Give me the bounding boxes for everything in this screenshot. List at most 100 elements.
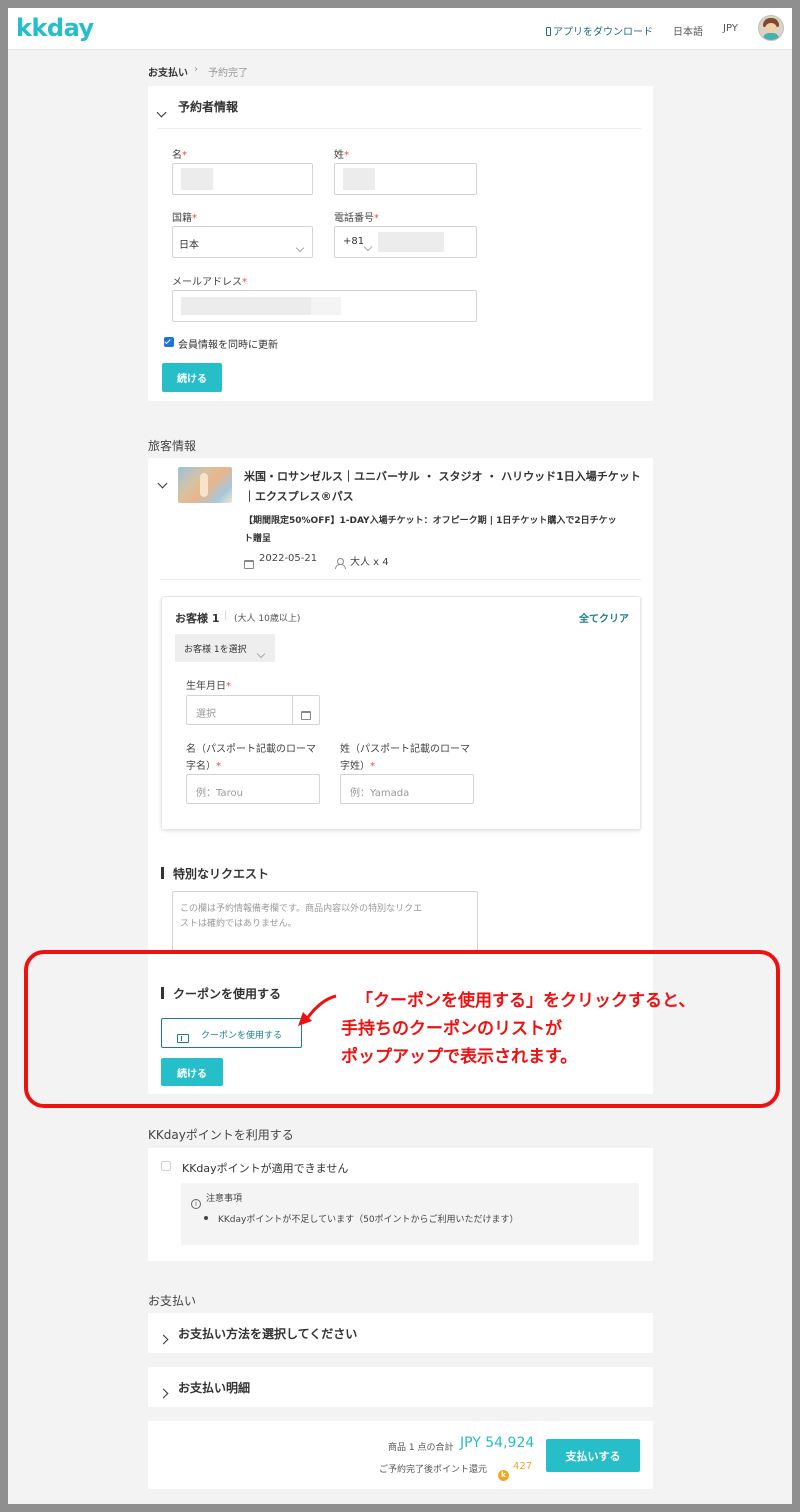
coin-icon: k — [498, 1461, 509, 1481]
breadcrumb-separator: › — [194, 64, 198, 75]
product-collapse-toggle[interactable] — [157, 472, 168, 491]
divider — [158, 128, 641, 129]
plan-line1: 【期間限定50%OFF】1-DAY入場チケット：オフピーク期 | 1日チケット購… — [244, 516, 617, 526]
birthday-placeholder: 選択 — [196, 709, 216, 720]
divider — [160, 579, 641, 580]
app-download-link[interactable]: アプリをダウンロード — [546, 23, 653, 38]
total-label: 商品 1 点の合計 — [388, 1443, 454, 1453]
update-member-checkbox[interactable] — [164, 337, 174, 347]
points-notice-box: i 注意事項 KKdayポイントが不足しています（50ポイントからご利用いただけ… — [181, 1183, 639, 1245]
nationality-label: 国籍* — [172, 213, 197, 224]
kkday-logo[interactable]: kkday — [16, 14, 94, 42]
chevron-right-icon — [158, 1382, 169, 1401]
chevron-right-icon — [158, 1328, 169, 1347]
first-name-input[interactable] — [172, 163, 313, 195]
booker-title: 予約者情報 — [178, 100, 239, 114]
avatar-body — [763, 33, 779, 40]
points-checkbox[interactable] — [161, 1161, 171, 1171]
phone-input[interactable]: +81 — [334, 226, 477, 258]
redacted-value — [311, 297, 341, 315]
language-selector[interactable]: 日本語 — [673, 23, 703, 38]
guest-title: お客様 1 — [175, 612, 220, 625]
points-return-label: ご予約完了後ポイント還元 — [379, 1465, 488, 1475]
guest-age-note: (大人 10歳以上) — [234, 614, 301, 624]
booker-collapse-toggle[interactable] — [156, 101, 167, 120]
payment-details-row[interactable]: お支払い明細 — [148, 1367, 653, 1407]
last-name-input[interactable] — [334, 163, 477, 195]
passport-last-label-line1: 姓（パスポート記載のローマ — [340, 744, 470, 755]
birthday-input[interactable]: 選択 — [186, 695, 320, 725]
currency-selector[interactable]: JPY — [723, 23, 738, 34]
traveler-card: 米国・ロサンゼルス｜ユニバーサル ・ スタジオ ・ ハリウッド1日入場チケット … — [148, 458, 653, 954]
guest-card: お客様 1 | (大人 10歳以上) 全てクリア お客様 1を選択 生年月日* … — [161, 596, 641, 830]
redacted-value — [181, 297, 311, 315]
special-request-textarea[interactable]: この欄は予約情報備考欄です。商品内容以外の特別なリクエ ストは確約ではありません… — [172, 891, 478, 952]
annotation-line1: 「クーポンを使用する」をクリックすると、 — [356, 991, 696, 1011]
guest-divider: | — [224, 610, 228, 621]
breadcrumb-current: お支払い — [148, 68, 188, 79]
notice-title: 注意事項 — [206, 1194, 243, 1204]
special-request-title: 特別なリクエスト — [161, 865, 269, 882]
points-card: KKdayポイントが適用できません i 注意事項 KKdayポイントが不足してい… — [148, 1148, 653, 1261]
chevron-down-icon — [363, 235, 373, 254]
pay-button[interactable]: 支払いする — [546, 1439, 640, 1472]
last-name-label: 姓* — [334, 150, 349, 161]
plan-line2: ト贈呈 — [244, 534, 272, 544]
page-frame: kkday アプリをダウンロード 日本語 JPY お支払い › 予約完了 予約者… — [8, 8, 792, 1504]
calendar-icon[interactable] — [301, 705, 311, 724]
email-input[interactable] — [172, 290, 477, 322]
first-name-placeholder: 例：Tarou — [196, 788, 243, 799]
booker-continue-button[interactable]: 続ける — [162, 363, 222, 392]
passport-first-label-line2: 字名）* — [186, 761, 221, 772]
person-icon — [335, 553, 346, 572]
birthday-label: 生年月日* — [186, 681, 231, 692]
passport-first-name-input[interactable]: 例：Tarou — [186, 774, 320, 804]
payment-summary-card: 商品 1 点の合計 JPY 54,924 ご予約完了後ポイント還元 k 427 … — [148, 1421, 653, 1489]
special-request-placeholder-line1: この欄は予約情報備考欄です。商品内容以外の特別なリクエ — [180, 904, 423, 914]
thumbnail-figure — [200, 473, 208, 497]
points-section-title: KKdayポイントを利用する — [148, 1128, 294, 1142]
passport-last-name-input[interactable]: 例：Yamada — [340, 774, 474, 804]
product-title-line2: ｜エクスプレス®パス — [244, 490, 354, 503]
traveler-section-title: 旅客情報 — [148, 439, 197, 453]
last-name-placeholder: 例：Yamada — [350, 788, 410, 799]
user-avatar[interactable] — [758, 15, 784, 41]
payment-details-label: お支払い明細 — [178, 1381, 251, 1395]
phone-label: 電話番号* — [334, 213, 379, 224]
chevron-down-icon — [157, 478, 168, 489]
nationality-select[interactable]: 日本 — [172, 226, 313, 258]
check-icon — [164, 337, 171, 345]
chevron-down-icon — [295, 236, 305, 255]
calendar-icon — [244, 554, 254, 573]
email-label: メールアドレス* — [172, 277, 247, 288]
info-icon: i — [191, 1191, 201, 1210]
chevron-down-icon — [156, 107, 167, 118]
special-request-placeholder-line2: ストは確約ではありません。 — [180, 919, 297, 929]
product-title-line1: 米国・ロサンゼルス｜ユニバーサル ・ スタジオ ・ ハリウッド1日入場チケット — [244, 470, 641, 483]
payment-section-title: お支払い — [148, 1294, 197, 1308]
app-download-label: アプリをダウンロード — [553, 27, 653, 38]
notice-item: KKdayポイントが不足しています（50ポイントからご利用いただけます） — [218, 1215, 519, 1225]
redacted-value — [343, 168, 375, 190]
guest-select-dropdown[interactable]: お客様 1を選択 — [175, 634, 275, 662]
redacted-value — [181, 168, 213, 190]
passport-last-label-line2: 字姓）* — [340, 761, 375, 772]
phone-country-code[interactable]: +81 — [343, 236, 364, 247]
redacted-value — [378, 232, 444, 252]
clear-all-link[interactable]: 全てクリア — [579, 610, 629, 625]
breadcrumb-next: 予約完了 — [208, 68, 248, 79]
points-unavailable-label: KKdayポイントが適用できません — [182, 1162, 349, 1175]
product-thumbnail — [178, 467, 232, 503]
payment-method-label: お支払い方法を選択してください — [178, 1327, 358, 1341]
nationality-value: 日本 — [179, 240, 199, 251]
divider — [292, 696, 293, 724]
phone-icon — [546, 27, 551, 36]
points-return-value: 427 — [513, 1461, 533, 1472]
top-navigation-bar: kkday アプリをダウンロード 日本語 JPY — [8, 8, 792, 50]
passport-first-label-line1: 名（パスポート記載のローマ — [186, 744, 316, 755]
annotation-line3: ポップアップで表示されます。 — [341, 1047, 578, 1067]
update-member-label: 会員情報を同時に更新 — [178, 340, 278, 351]
chevron-down-icon — [256, 642, 266, 661]
payment-method-row[interactable]: お支払い方法を選択してください — [148, 1313, 653, 1353]
annotation-arrow — [298, 994, 337, 1026]
